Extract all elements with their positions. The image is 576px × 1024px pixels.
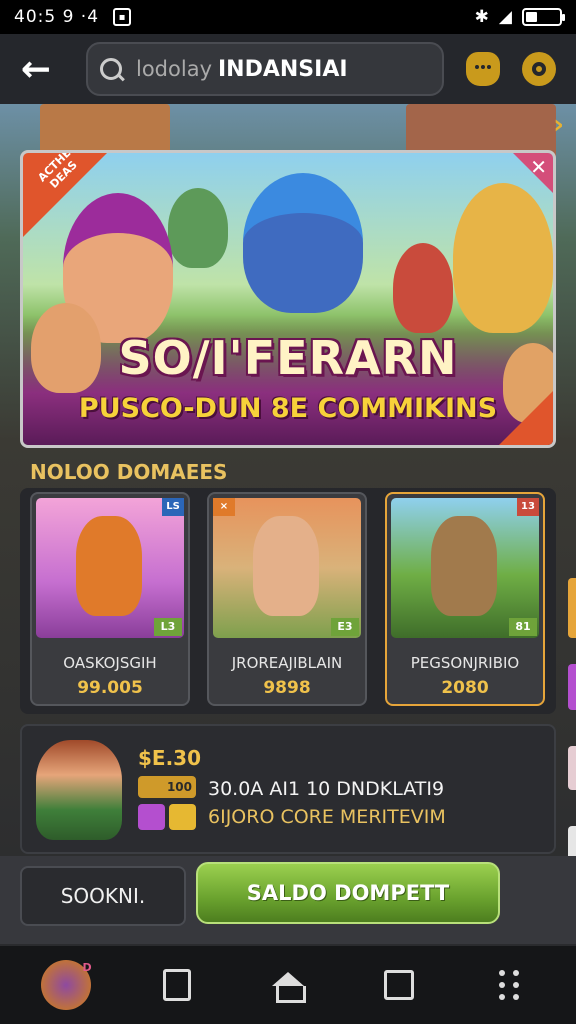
nav-app-shortcut[interactable]: D — [36, 955, 96, 1015]
card-price: 2080 — [441, 678, 489, 698]
bluetooth-icon: ✱ — [474, 7, 489, 27]
card-badge: E3 — [331, 618, 359, 636]
hero-banner[interactable]: ACTHE DEAS ✕ SO/I'FERARN PUSCO-DUN 8E CO… — [20, 150, 556, 448]
promo-line-1: 30.0A AI1 10 DNDKLATI9 — [208, 778, 445, 800]
search-value: INDANSIAI — [218, 56, 348, 82]
search-input[interactable]: lodolay INDANSIAI — [86, 42, 444, 96]
game-card[interactable]: 13 81 PEGSONJRIBIO 2080 — [385, 492, 545, 706]
square-icon — [384, 970, 415, 1000]
saldo-dompet-button[interactable]: SALDO DOMPETT — [196, 862, 500, 924]
card-price: 9898 — [263, 678, 311, 698]
card-character — [431, 516, 497, 616]
card-character — [76, 516, 142, 616]
card-name: PEGSONJRIBIO — [410, 654, 520, 672]
app-badge: D — [82, 961, 92, 974]
promo-panel[interactable]: $E.30 100 30.0A AI1 10 DNDKLATI9 6IJORO … — [20, 724, 556, 854]
nav-home[interactable] — [258, 955, 318, 1015]
card-price: 99.005 — [77, 678, 143, 698]
gear-icon[interactable] — [522, 52, 556, 86]
hero-character — [168, 188, 228, 268]
action-bar: SOOKNI. SALDO DOMPETT — [0, 856, 576, 944]
recents-icon — [162, 969, 191, 1001]
status-bar: 40:5 9 ·4 ▪ ✱ ◢ — [0, 0, 576, 34]
side-edge-tab[interactable] — [568, 746, 576, 790]
search-icon — [100, 58, 122, 80]
battery-icon — [522, 8, 565, 26]
card-name: OASKOJSGIH — [63, 654, 157, 672]
nav-recents[interactable] — [147, 955, 207, 1015]
hero-character — [243, 173, 363, 313]
promo-amount: $E.30 — [138, 746, 202, 770]
hero-title: SO/I'FERARN — [118, 331, 458, 385]
hero-character — [453, 183, 553, 333]
game-card[interactable]: LS L3 OASKOJSGIH 99.005 — [30, 492, 190, 706]
wifi-icon: ◢ — [498, 7, 512, 27]
side-edge-tab[interactable] — [568, 578, 576, 638]
notification-icon: ▪ — [113, 8, 132, 26]
card-tag: 13 — [517, 498, 539, 516]
secondary-button[interactable]: SOOKNI. — [20, 866, 186, 926]
top-app-bar: ← lodolay INDANSIAI — [0, 34, 576, 104]
search-placeholder: lodolay — [136, 57, 212, 81]
side-edge-tab[interactable] — [568, 664, 576, 710]
nav-overview[interactable] — [369, 955, 429, 1015]
owl-icon[interactable] — [466, 52, 500, 86]
card-badge: 81 — [509, 618, 537, 636]
avatar — [36, 740, 122, 840]
hero-subtitle: PUSCO-DUN 8E COMMIKINS — [78, 393, 498, 424]
back-arrow-icon[interactable]: ← — [14, 47, 58, 91]
hero-corner-label: ACTHE DEAS — [35, 150, 80, 191]
status-time: 40:5 9 ·4 — [14, 7, 100, 27]
game-card[interactable]: × E3 JROREAJIBLAIN 9898 — [207, 492, 367, 706]
home-icon — [271, 972, 306, 1003]
close-icon[interactable]: ✕ — [530, 155, 547, 179]
card-name: JROREAJIBLAIN — [231, 654, 343, 672]
card-badge: L3 — [154, 618, 182, 636]
chevron-right-icon[interactable]: › — [553, 110, 564, 140]
navigation-bar: D — [0, 946, 576, 1024]
status-icons: ✱ ◢ — [474, 7, 565, 27]
promo-line-2: 6IJORO CORE MERITEVIM — [208, 806, 446, 828]
hero-character — [393, 243, 453, 333]
card-character — [253, 516, 319, 616]
section-title: NOLOO DOMAEES — [30, 460, 228, 484]
hero-corner-ribbon: ACTHE DEAS — [23, 153, 107, 237]
nav-menu[interactable] — [480, 955, 540, 1015]
card-tag: LS — [162, 498, 184, 516]
gems-icon — [138, 804, 196, 830]
coin-chip: 100 — [138, 776, 196, 798]
card-tag: × — [213, 498, 235, 516]
menu-dots-icon — [499, 970, 521, 1000]
